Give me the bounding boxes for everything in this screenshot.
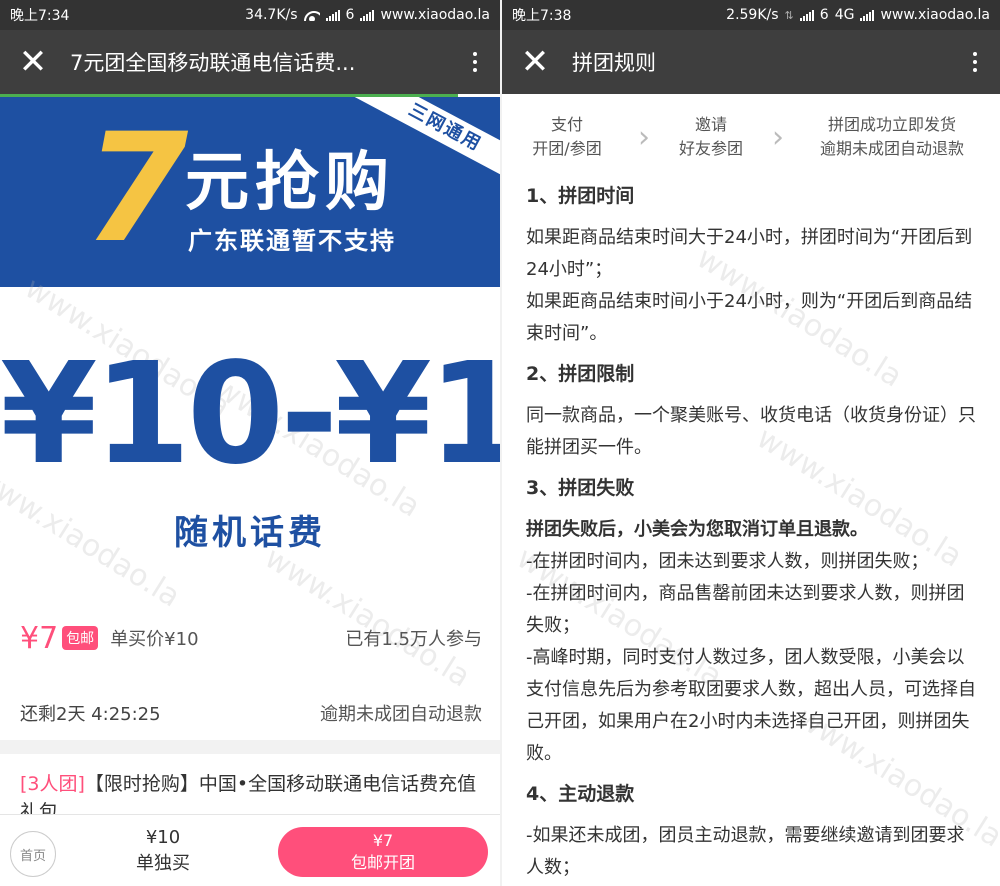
step-pay: 支付 开团/参团 — [502, 113, 632, 161]
timer-row: 还剩2天 4:25:25 逾期未成团自动退款 — [20, 700, 482, 726]
status-time: 晚上7:34 — [10, 8, 70, 24]
rule-text: 如果距商品结束时间小于24小时，则为“开团后到商品结束时间”。 — [526, 291, 973, 344]
signal-icon — [360, 9, 375, 21]
right-screen: 晚上7:38 2.59K/s ⇅ 6 4G www.xiaodao.la ✕ 拼… — [502, 0, 1000, 886]
left-screen: 晚上7:34 34.7K/s 6 www.xiaodao.la ✕ 7元团全国移… — [0, 0, 500, 886]
single-buy-label: 单独买 — [136, 853, 190, 874]
group-size-tag: [3人团] — [20, 773, 85, 795]
single-buy-button[interactable]: ¥10 单独买 — [120, 825, 206, 877]
step-pay-sub: 开团/参团 — [532, 139, 602, 158]
banner-headline: 元抢购 — [185, 146, 395, 220]
refund-note: 逾期未成团自动退款 — [320, 704, 482, 725]
data-arrows-icon: ⇅ — [784, 8, 794, 22]
bottom-bar: 首页 ¥10 单独买 ¥7 包邮开团 — [0, 814, 500, 886]
network-speed: 2.59K/s — [726, 7, 779, 23]
joined-count: 已有1.5万人参与 — [345, 629, 482, 650]
sim-number: 6 — [819, 7, 829, 23]
rule-text: -高峰时期，同时支付人数过多，团人数受限，小美会以支付信息先后为参考取团要求人数… — [526, 647, 976, 764]
single-price: 单买价¥10 — [110, 629, 199, 650]
rule-text: -在拼团时间内，商品售罄前团未达到要求人数，则拼团失败； — [526, 583, 965, 636]
group-buy-button[interactable]: ¥7 包邮开团 — [278, 827, 488, 877]
nav-bar: ✕ 7元团全国移动联通电信话费... — [0, 30, 500, 97]
rule-heading-limit: 2、拼团限制 — [526, 363, 635, 385]
step-invite: 邀请 好友参团 — [656, 113, 766, 161]
price-row: ¥7 包邮 单买价¥10 已有1.5万人参与 — [20, 618, 482, 658]
group-buy-label: 包邮开团 — [350, 853, 415, 872]
signal-icon — [325, 9, 340, 21]
sim-number: 6 — [345, 7, 355, 23]
step-success: 拼团成功立即发货 逾期未成团自动退款 — [790, 113, 994, 161]
network-speed: 34.7K/s — [245, 7, 298, 23]
rule-text: -如果还未成团，团员主动退款，需要继续邀请到团要求人数； — [526, 825, 965, 878]
page-title: 7元团全国移动联通电信话费... — [70, 51, 356, 75]
banner-seven: 7 — [84, 102, 189, 276]
group-buy-price: ¥7 — [372, 831, 394, 850]
group-steps: 支付 开团/参团 › 邀请 好友参团 › 拼团成功立即发货 逾期未成团自动退款 — [502, 97, 1000, 177]
hero-subtitle: 随机话费 — [174, 513, 326, 553]
rule-heading-refund: 4、主动退款 — [526, 783, 635, 805]
nav-bar: ✕ 拼团规则 — [502, 30, 1000, 94]
chevron-right-icon: › — [638, 119, 650, 155]
status-site: www.xiaodao.la — [380, 7, 490, 23]
step-pay-title: 支付 — [550, 115, 583, 134]
rule-text: -在拼团时间内，团未达到要求人数，则拼团失败； — [526, 551, 929, 572]
step-success-title: 拼团成功立即发货 — [827, 115, 956, 134]
section-gap — [0, 740, 500, 754]
step-success-sub: 逾期未成团自动退款 — [819, 139, 964, 158]
more-options-icon[interactable] — [450, 30, 500, 94]
chevron-right-icon: › — [772, 119, 784, 155]
rule-text: 如果距商品结束时间大于24小时，拼团时间为“开团后到24小时”； — [526, 227, 973, 280]
countdown: 还剩2天 4:25:25 — [20, 704, 161, 725]
group-price: ¥7 — [20, 620, 59, 656]
rule-text: 拼团失败后，小美会为您取消订单且退款。 — [526, 519, 868, 540]
status-time: 晚上7:38 — [512, 8, 572, 24]
signal-icon — [799, 9, 814, 21]
close-icon[interactable]: ✕ — [502, 30, 568, 94]
status-bar: 晚上7:34 34.7K/s 6 www.xiaodao.la — [0, 0, 500, 30]
free-shipping-badge: 包邮 — [62, 626, 99, 650]
network-type: 4G — [834, 7, 855, 23]
hero-price-range: ¥10-¥100 — [0, 333, 500, 496]
status-site: www.xiaodao.la — [880, 7, 990, 23]
page-title: 拼团规则 — [572, 51, 656, 75]
wifi-icon — [303, 9, 320, 21]
rule-heading-time: 1、拼团时间 — [526, 185, 635, 207]
single-buy-price: ¥10 — [145, 827, 181, 848]
step-invite-sub: 好友参团 — [678, 139, 743, 158]
rule-heading-fail: 3、拼团失败 — [526, 477, 635, 499]
home-button[interactable]: 首页 — [10, 831, 56, 877]
status-bar: 晚上7:38 2.59K/s ⇅ 6 4G www.xiaodao.la — [502, 0, 1000, 30]
signal-icon — [860, 9, 875, 21]
banner-subline: 广东联通暂不支持 — [188, 227, 396, 255]
promo-banner: 7 元抢购 广东联通暂不支持 三网通用 — [0, 97, 500, 287]
rules-content: 1、拼团时间 如果距商品结束时间大于24小时，拼团时间为“开团后到24小时”； … — [526, 172, 980, 884]
close-icon[interactable]: ✕ — [0, 30, 66, 94]
step-invite-title: 邀请 — [694, 115, 727, 134]
rule-text: 同一款商品，一个聚美账号、收货电话（收货身份证）只能拼团买一件。 — [526, 405, 976, 458]
more-options-icon[interactable] — [950, 30, 1000, 94]
